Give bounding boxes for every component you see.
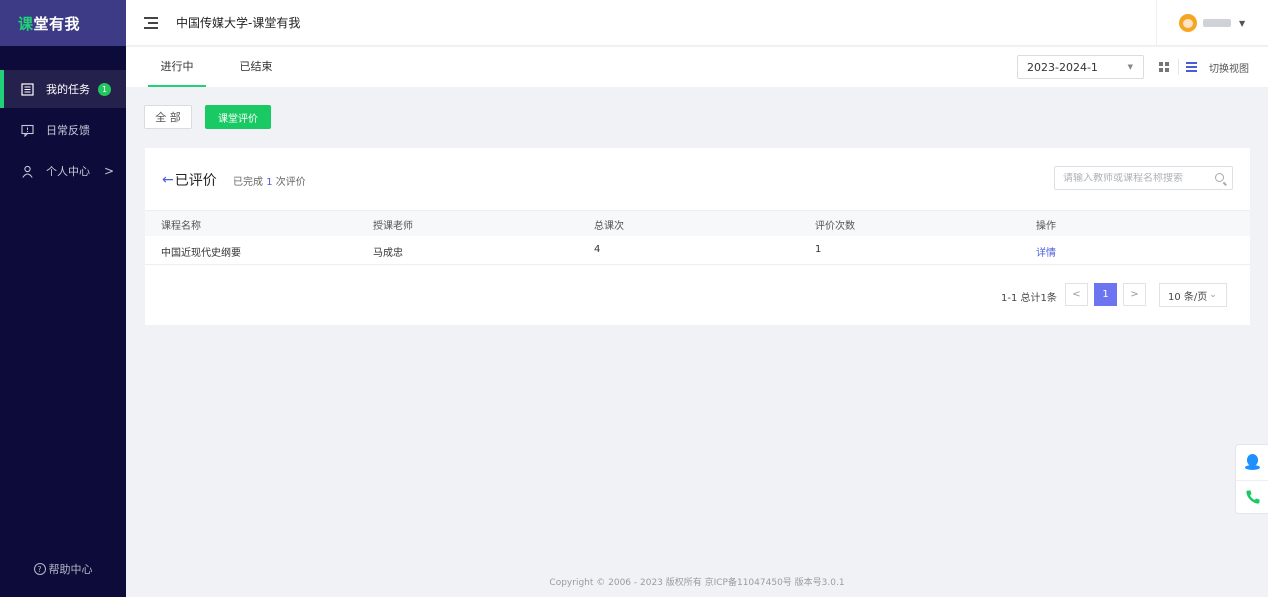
sidebar-item-label: 个人中心	[46, 165, 90, 178]
column-header-total-sessions: 总课次	[594, 221, 624, 232]
term-select[interactable]: 2023-2024-1 ▼	[1017, 55, 1144, 79]
table-row: 中国近现代史纲要 马成忠 4 1 详情	[145, 236, 1250, 265]
completed-count: 1	[266, 177, 273, 188]
sidebar-menu: 我的任务 1 日常反馈 个人中心 >	[0, 70, 126, 190]
floating-contact-widget	[1235, 444, 1268, 514]
table-header: 课程名称 授课老师 总课次 评价次数 操作	[145, 210, 1250, 236]
menu-toggle-icon[interactable]	[144, 16, 158, 29]
page-size-select[interactable]: 10 条/页 ⌄	[1159, 283, 1227, 307]
list-view-icon[interactable]	[1186, 62, 1197, 72]
logo-accent: 课	[18, 14, 34, 33]
completed-prefix: 已完成	[233, 177, 263, 188]
sidebar-item-label: 我的任务	[46, 83, 90, 96]
tabs-bar: 进行中 已结束 2023-2024-1 ▼ 切换视图	[126, 47, 1268, 87]
user-icon	[20, 164, 34, 178]
back-label: 已评价	[174, 173, 217, 189]
search-input[interactable]	[1063, 172, 1213, 184]
column-header-teacher: 授课老师	[373, 221, 413, 232]
cell-evaluation-count: 1	[815, 244, 822, 255]
chevron-right-icon: >	[104, 164, 115, 178]
filter-all-button[interactable]: 全 部	[144, 105, 192, 129]
pagination-next-button[interactable]: >	[1123, 283, 1146, 306]
completed-summary: 已完成 1 次评价	[233, 173, 306, 188]
column-header-action: 操作	[1036, 221, 1056, 232]
logo-text: 堂有我	[33, 14, 81, 33]
arrow-left-icon: ←	[162, 172, 174, 188]
sidebar-item-profile[interactable]: 个人中心 >	[0, 152, 126, 190]
caret-down-icon: ▼	[1239, 18, 1246, 28]
cell-total-sessions: 4	[594, 244, 601, 255]
help-center-link[interactable]: ? 帮助中心	[0, 561, 126, 577]
divider	[1178, 59, 1179, 75]
clipboard-list-icon	[20, 82, 34, 96]
username-redacted	[1203, 19, 1231, 27]
completed-suffix: 次评价	[275, 177, 306, 188]
term-select-value: 2023-2024-1	[1027, 60, 1098, 74]
details-link[interactable]: 详情	[1036, 244, 1056, 259]
grid-view-icon[interactable]	[1159, 62, 1169, 72]
tab-ended[interactable]: 已结束	[233, 47, 279, 87]
page-size-value: 10 条/页	[1168, 291, 1208, 303]
caret-down-icon: ▼	[1127, 63, 1133, 71]
search-icon[interactable]	[1215, 173, 1224, 182]
sidebar-item-my-tasks[interactable]: 我的任务 1	[0, 70, 126, 108]
app-logo[interactable]: 课堂有我	[0, 0, 126, 46]
pagination-prev-button[interactable]: <	[1065, 283, 1088, 306]
switch-view-label[interactable]: 切换视图	[1209, 60, 1249, 75]
pagination: 1-1 总计1条 < 1 > 10 条/页 ⌄	[145, 282, 1250, 308]
qq-icon[interactable]	[1245, 454, 1260, 471]
phone-icon[interactable]	[1245, 489, 1261, 505]
sidebar: 课堂有我 我的任务 1 日常反馈 个人中心 > ? 帮助中心	[0, 0, 126, 597]
tab-in-progress[interactable]: 进行中	[148, 47, 206, 87]
question-circle-icon: ?	[33, 563, 46, 575]
cell-teacher: 马成忠	[373, 248, 403, 259]
comment-icon	[20, 123, 34, 137]
task-count-badge: 1	[98, 82, 111, 96]
column-header-evaluation-count: 评价次数	[815, 221, 855, 232]
chevron-down-icon: ⌄	[1209, 290, 1217, 300]
sidebar-item-daily-feedback[interactable]: 日常反馈	[0, 111, 126, 149]
footer-copyright: Copyright © 2006 - 2023 版权所有 京ICP备110474…	[549, 578, 845, 588]
filter-class-evaluation-button[interactable]: 课堂评价	[205, 105, 271, 129]
help-center-label: 帮助中心	[48, 563, 93, 576]
divider	[1236, 480, 1268, 481]
topbar: 中国传媒大学-课堂有我 ▼	[126, 0, 1268, 46]
search-box	[1054, 166, 1233, 190]
sidebar-item-label: 日常反馈	[46, 124, 90, 137]
cell-course: 中国近现代史纲要	[161, 248, 241, 259]
back-button[interactable]: ← 已评价	[162, 170, 217, 190]
pagination-page-button[interactable]: 1	[1094, 283, 1117, 306]
user-menu[interactable]: ▼	[1156, 0, 1268, 46]
pagination-total: 1-1 总计1条	[1001, 293, 1057, 304]
evaluated-card: ← 已评价 已完成 1 次评价 课程名称 授课老师 总课次 评价次数 操作 中国…	[145, 148, 1250, 325]
column-header-course: 课程名称	[161, 221, 201, 232]
page-title: 中国传媒大学-课堂有我	[176, 16, 301, 30]
avatar	[1179, 14, 1197, 32]
